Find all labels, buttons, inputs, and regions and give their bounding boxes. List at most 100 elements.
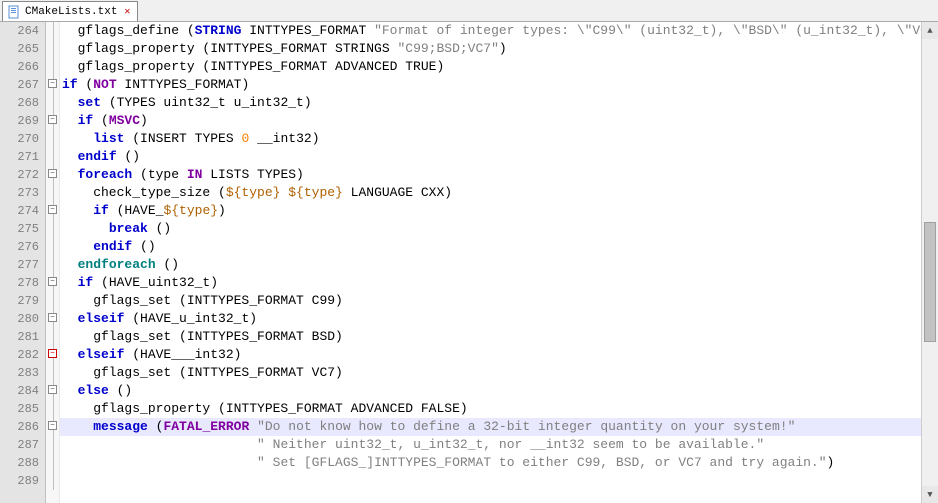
fold-cell [46, 40, 59, 58]
line-number: 288 [0, 454, 39, 472]
code-token: ) [499, 41, 507, 56]
scrollbar-thumb[interactable] [924, 222, 936, 342]
line-number: 284 [0, 382, 39, 400]
fold-cell: − [46, 202, 59, 220]
fold-toggle-icon[interactable]: − [48, 115, 57, 124]
line-number: 271 [0, 148, 39, 166]
code-line[interactable]: if (MSVC) [60, 112, 938, 130]
code-token: INTTYPES_FORMAT) [117, 77, 250, 92]
code-token: __int32) [249, 131, 319, 146]
code-token [62, 275, 78, 290]
fold-toggle-icon[interactable]: − [48, 205, 57, 214]
code-token: (HAVE_u_int32_t) [124, 311, 257, 326]
code-line[interactable]: gflags_set (INTTYPES_FORMAT VC7) [60, 364, 938, 382]
code-token [62, 257, 78, 272]
code-token: IN [187, 167, 203, 182]
line-number: 289 [0, 472, 39, 490]
line-number-gutter: 2642652662672682692702712722732742752762… [0, 22, 46, 503]
code-token: ( [148, 419, 164, 434]
code-token: ) [218, 203, 226, 218]
fold-cell [46, 130, 59, 148]
fold-toggle-icon[interactable]: − [48, 169, 57, 178]
fold-toggle-icon[interactable]: − [48, 313, 57, 322]
code-token: LANGUAGE CXX) [343, 185, 452, 200]
code-token: FATAL_ERROR [163, 419, 249, 434]
code-line[interactable]: list (INSERT TYPES 0 __int32) [60, 130, 938, 148]
line-number: 279 [0, 292, 39, 310]
fold-toggle-icon[interactable]: − [48, 349, 57, 358]
fold-cell [46, 148, 59, 166]
fold-toggle-icon[interactable]: − [48, 385, 57, 394]
code-token [62, 419, 93, 434]
code-token: gflags_define ( [62, 23, 195, 38]
code-token: () [132, 239, 155, 254]
code-token: (type [132, 167, 187, 182]
code-line[interactable]: set (TYPES uint32_t u_int32_t) [60, 94, 938, 112]
code-line[interactable]: if (HAVE_${type}) [60, 202, 938, 220]
code-token: endif [78, 149, 117, 164]
line-number: 268 [0, 94, 39, 112]
code-line[interactable]: " Neither uint32_t, u_int32_t, nor __int… [60, 436, 938, 454]
code-token: () [148, 221, 171, 236]
code-line[interactable]: if (HAVE_uint32_t) [60, 274, 938, 292]
code-line[interactable]: break () [60, 220, 938, 238]
code-line[interactable]: check_type_size (${type} ${type} LANGUAG… [60, 184, 938, 202]
code-token: message [93, 419, 148, 434]
line-number: 274 [0, 202, 39, 220]
code-token: " Set [GFLAGS_]INTTYPES_FORMAT to either… [257, 455, 827, 470]
code-token: ${type} [163, 203, 218, 218]
code-area[interactable]: gflags_define (STRING INTTYPES_FORMAT "F… [60, 22, 938, 503]
fold-cell [46, 94, 59, 112]
fold-toggle-icon[interactable]: − [48, 421, 57, 430]
vertical-scrollbar[interactable]: ▲ ▼ [921, 22, 938, 503]
line-number: 282 [0, 346, 39, 364]
code-line[interactable]: message (FATAL_ERROR "Do not know how to… [60, 418, 938, 436]
scroll-down-arrow-icon[interactable]: ▼ [922, 486, 938, 503]
line-number: 280 [0, 310, 39, 328]
code-line[interactable]: elseif (HAVE___int32) [60, 346, 938, 364]
code-token: " Neither uint32_t, u_int32_t, nor __int… [257, 437, 764, 452]
code-line[interactable]: elseif (HAVE_u_int32_t) [60, 310, 938, 328]
code-line[interactable]: gflags_property (INTTYPES_FORMAT ADVANCE… [60, 400, 938, 418]
fold-cell [46, 220, 59, 238]
code-token [249, 419, 257, 434]
code-token [62, 455, 257, 470]
code-line[interactable]: endif () [60, 238, 938, 256]
line-number: 264 [0, 22, 39, 40]
code-token: (HAVE_ [109, 203, 164, 218]
code-token: MSVC [109, 113, 140, 128]
code-line[interactable]: endif () [60, 148, 938, 166]
code-token: elseif [78, 311, 125, 326]
code-token: ) [827, 455, 835, 470]
fold-toggle-icon[interactable]: − [48, 277, 57, 286]
code-line[interactable]: if (NOT INTTYPES_FORMAT) [60, 76, 938, 94]
code-token: gflags_set (INTTYPES_FORMAT C99) [62, 293, 343, 308]
code-token: endif [93, 239, 132, 254]
code-line[interactable]: gflags_property (INTTYPES_FORMAT STRINGS… [60, 40, 938, 58]
code-line[interactable]: gflags_property (INTTYPES_FORMAT ADVANCE… [60, 58, 938, 76]
code-line[interactable]: " Set [GFLAGS_]INTTYPES_FORMAT to either… [60, 454, 938, 472]
code-line[interactable]: foreach (type IN LISTS TYPES) [60, 166, 938, 184]
code-line[interactable]: else () [60, 382, 938, 400]
code-line[interactable] [60, 472, 938, 490]
code-token: () [109, 383, 132, 398]
code-token: (HAVE___int32) [124, 347, 241, 362]
line-number: 273 [0, 184, 39, 202]
file-tab[interactable]: CMakeLists.txt ✕ [2, 1, 138, 21]
fold-toggle-icon[interactable]: − [48, 79, 57, 88]
code-token: gflags_property (INTTYPES_FORMAT ADVANCE… [62, 401, 468, 416]
code-token: if [93, 203, 109, 218]
code-line[interactable]: gflags_set (INTTYPES_FORMAT C99) [60, 292, 938, 310]
code-line[interactable]: gflags_define (STRING INTTYPES_FORMAT "F… [60, 22, 938, 40]
code-token: if [62, 77, 78, 92]
code-line[interactable]: endforeach () [60, 256, 938, 274]
code-token: elseif [78, 347, 125, 362]
fold-cell: − [46, 382, 59, 400]
code-token: gflags_set (INTTYPES_FORMAT BSD) [62, 329, 343, 344]
scroll-up-arrow-icon[interactable]: ▲ [922, 22, 938, 39]
line-number: 266 [0, 58, 39, 76]
close-icon[interactable]: ✕ [121, 6, 133, 18]
code-line[interactable]: gflags_set (INTTYPES_FORMAT BSD) [60, 328, 938, 346]
fold-cell [46, 256, 59, 274]
fold-cell: − [46, 418, 59, 436]
